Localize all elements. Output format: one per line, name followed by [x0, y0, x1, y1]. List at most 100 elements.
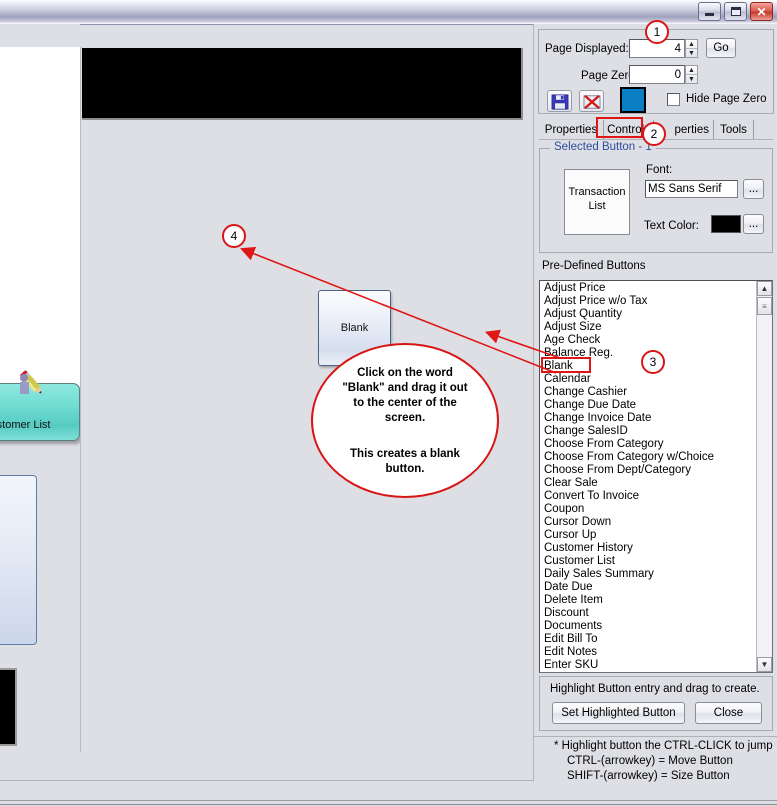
- page-displayed-label: Page Displayed:: [545, 43, 629, 55]
- list-item[interactable]: Edit Bill To: [542, 633, 755, 646]
- list-item[interactable]: Enter SKU: [542, 659, 755, 672]
- color-swatch[interactable]: [620, 87, 646, 113]
- hide-page-zero-checkbox[interactable]: [667, 93, 680, 106]
- text-color-swatch[interactable]: [711, 215, 741, 233]
- list-item[interactable]: Choose From Dept/Category: [542, 464, 755, 477]
- customer-list-button[interactable]: ustomer List: [0, 370, 80, 441]
- callout-text: Click on the word "Blank" and drag it ou…: [342, 367, 468, 424]
- application-window: ✕ ustomer List Blank C: [0, 0, 777, 806]
- hide-page-zero-label: Hide Page Zero: [686, 93, 767, 105]
- page-zero-spinner[interactable]: ▲ ▼: [685, 65, 698, 84]
- marker-1: 1: [645, 20, 669, 44]
- list-item[interactable]: Change Cashier: [542, 386, 755, 399]
- background-blue-panel: [0, 475, 37, 645]
- delete-button[interactable]: [579, 90, 604, 112]
- tip-line-3: SHIFT-(arrowkey) = Size Button: [567, 770, 730, 782]
- text-color-label: Text Color:: [644, 220, 699, 232]
- list-item[interactable]: Cursor Up: [542, 529, 755, 542]
- scrollbar-up-button[interactable]: ▲: [757, 281, 772, 296]
- list-item[interactable]: Date Due: [542, 581, 755, 594]
- blank-button-label: Blank: [340, 322, 369, 334]
- callout-text-secondary: This creates a blank button.: [350, 448, 460, 475]
- spinner-down-icon[interactable]: ▼: [686, 75, 697, 83]
- maximize-button[interactable]: [724, 2, 747, 21]
- spinner-down-icon[interactable]: ▼: [686, 49, 697, 57]
- list-item[interactable]: Adjust Price: [542, 282, 755, 295]
- list-item[interactable]: Cursor Down: [542, 516, 755, 529]
- marker-3: 3: [641, 350, 665, 374]
- predefined-buttons-header: Pre-Defined Buttons: [542, 260, 646, 272]
- list-item[interactable]: Adjust Quantity: [542, 308, 755, 321]
- close-icon: ✕: [756, 4, 767, 19]
- list-item[interactable]: Customer List: [542, 555, 755, 568]
- preview-line-1: Transaction: [568, 186, 626, 198]
- scrollbar-thumb[interactable]: ≡: [757, 297, 772, 315]
- maximize-icon: [725, 3, 746, 20]
- save-button[interactable]: [547, 90, 572, 112]
- font-label: Font:: [646, 164, 673, 176]
- red-x-icon: [583, 94, 601, 110]
- list-item[interactable]: Delete Item: [542, 594, 755, 607]
- footer-divider: [534, 736, 777, 737]
- close-button[interactable]: ✕: [750, 2, 773, 21]
- floppy-disk-icon: [551, 94, 569, 110]
- minimize-icon: [699, 3, 720, 20]
- tip-line-2: CTRL-(arrowkey) = Move Button: [567, 755, 733, 767]
- go-button[interactable]: Go: [706, 38, 736, 58]
- selected-button-preview: Transaction List: [564, 169, 630, 235]
- set-highlighted-button[interactable]: Set Highlighted Button: [552, 702, 685, 724]
- page-zero-input[interactable]: 0: [629, 65, 685, 84]
- spinner-up-icon[interactable]: ▲: [686, 66, 697, 75]
- customer-list-button-label: ustomer List: [0, 419, 51, 431]
- tab-properties[interactable]: Properties: [539, 120, 604, 139]
- status-divider-2: [0, 800, 777, 801]
- predefined-buttons-listbox[interactable]: Adjust Price Adjust Price w/o Tax Adjust Q…: [539, 280, 773, 673]
- list-item[interactable]: Clear Sale: [542, 477, 755, 490]
- spinner-up-icon[interactable]: ▲: [686, 40, 697, 49]
- font-input[interactable]: MS Sans Serif: [645, 180, 738, 198]
- list-item[interactable]: Change SalesID: [542, 425, 755, 438]
- controls-tab-highlight: [596, 117, 643, 138]
- list-item[interactable]: Daily Sales Summary: [542, 568, 755, 581]
- status-divider-3: [0, 804, 777, 805]
- marker-2: 2: [642, 122, 666, 146]
- background-window-body: [0, 47, 80, 392]
- list-item[interactable]: Change Invoice Date: [542, 412, 755, 425]
- marker-4: 4: [222, 224, 246, 248]
- selected-button-group-label: Selected Button - 1: [550, 141, 656, 153]
- list-item[interactable]: Change Due Date: [542, 399, 755, 412]
- list-item[interactable]: Age Check: [542, 334, 755, 347]
- list-item[interactable]: Customer History: [542, 542, 755, 555]
- blank-list-item-highlight: [541, 357, 591, 373]
- list-item[interactable]: Choose From Category: [542, 438, 755, 451]
- preview-line-2: List: [588, 200, 606, 212]
- selected-button-group: Selected Button - 1 Transaction List Fon…: [539, 141, 773, 253]
- page-displayed-spinner[interactable]: ▲ ▼: [685, 39, 698, 58]
- list-item[interactable]: Coupon: [542, 503, 755, 516]
- scrollbar-down-button[interactable]: ▼: [757, 657, 772, 672]
- list-item[interactable]: Adjust Price w/o Tax: [542, 295, 755, 308]
- background-black-box: [0, 668, 17, 746]
- close-dialog-button[interactable]: Close: [695, 702, 762, 724]
- text-color-browse-button[interactable]: ...: [743, 214, 764, 234]
- list-item[interactable]: Documents: [542, 620, 755, 633]
- canvas-black-banner: [82, 48, 523, 120]
- predefined-buttons-items: Adjust Price Adjust Price w/o Tax Adjust Q…: [542, 282, 755, 672]
- list-item[interactable]: Choose From Category w/Choice: [542, 451, 755, 464]
- instruction-callout: Click on the word "Blank" and drag it ou…: [311, 343, 499, 498]
- tip-line-1: * Highlight button the CTRL-CLICK to jum…: [554, 740, 773, 752]
- listbox-actions-group: Highlight Button entry and drag to creat…: [539, 676, 773, 731]
- list-item[interactable]: Discount: [542, 607, 755, 620]
- tab-tools[interactable]: Tools: [714, 120, 754, 139]
- page-zero-field-wrap: 0 ▲ ▼: [629, 65, 698, 84]
- status-divider-1: [0, 780, 533, 781]
- pencil-icon: [20, 370, 42, 394]
- font-browse-button[interactable]: ...: [743, 179, 764, 199]
- list-item[interactable]: Edit Notes: [542, 646, 755, 659]
- window-controls: ✕: [698, 2, 773, 21]
- list-item[interactable]: Calendar: [542, 373, 755, 386]
- minimize-button[interactable]: [698, 2, 721, 21]
- list-item[interactable]: Convert To Invoice: [542, 490, 755, 503]
- list-item[interactable]: Adjust Size: [542, 321, 755, 334]
- listbox-scrollbar[interactable]: ▲ ≡ ▼: [756, 281, 772, 672]
